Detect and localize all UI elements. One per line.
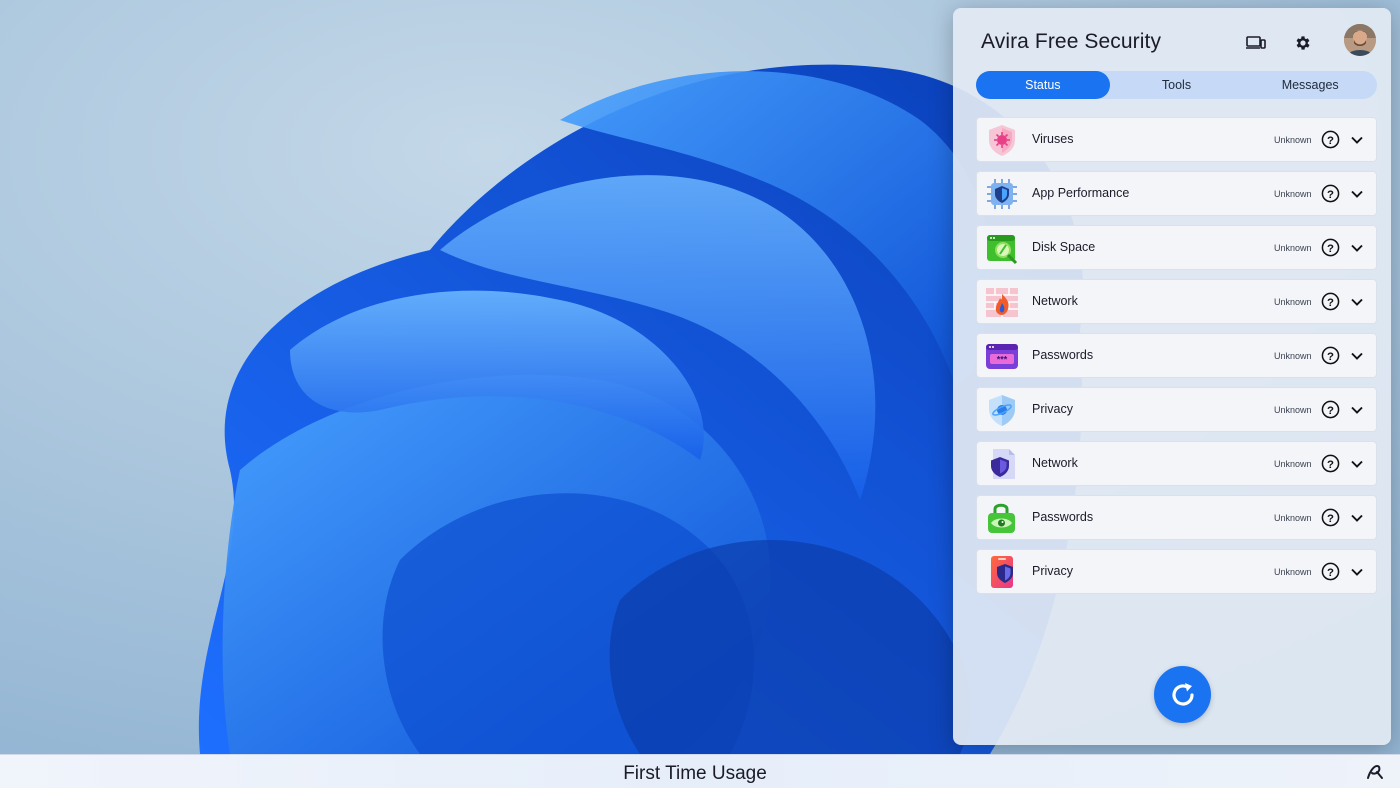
svg-text:?: ? — [1327, 135, 1334, 147]
svg-text:?: ? — [1327, 189, 1334, 201]
help-icon[interactable]: ? — [1321, 130, 1340, 149]
help-icon[interactable]: ? — [1321, 400, 1340, 419]
phone-shield-icon — [991, 556, 1013, 588]
item-label: Network — [1032, 456, 1078, 470]
disk-search-icon — [987, 235, 1018, 265]
document-shield-icon — [991, 449, 1015, 479]
chevron-down-icon[interactable] — [1350, 511, 1364, 525]
avira-logo-icon — [1367, 764, 1383, 779]
tab-tools[interactable]: Tools — [1110, 71, 1244, 99]
item-label: Passwords — [1032, 348, 1094, 362]
svg-text:?: ? — [1327, 351, 1334, 363]
refresh-button[interactable] — [1154, 666, 1211, 723]
chevron-down-icon[interactable] — [1350, 349, 1364, 363]
list-item-passwords[interactable]: *** Passwords Unknown ? — [976, 333, 1377, 378]
svg-text:***: *** — [997, 355, 1008, 365]
status-list: Viruses Unknown ? App Performance Unknow… — [976, 117, 1377, 603]
list-item-passwords-2[interactable]: Passwords Unknown ? — [976, 495, 1377, 540]
help-icon[interactable]: ? — [1321, 238, 1340, 257]
chevron-down-icon[interactable] — [1350, 565, 1364, 579]
privacy-shield-icon — [989, 395, 1015, 426]
item-label: Privacy — [1032, 402, 1073, 416]
svg-text:?: ? — [1327, 297, 1334, 309]
svg-text:?: ? — [1327, 513, 1334, 525]
svg-text:?: ? — [1327, 459, 1334, 471]
item-label: Disk Space — [1032, 240, 1096, 254]
chevron-down-icon[interactable] — [1350, 241, 1364, 255]
svg-text:?: ? — [1327, 567, 1334, 579]
panel-header: Avira Free Security — [953, 8, 1391, 74]
settings-button[interactable] — [1290, 30, 1316, 56]
chevron-down-icon[interactable] — [1350, 133, 1364, 147]
bottom-bar-title: First Time Usage — [623, 763, 767, 784]
devices-icon — [1246, 36, 1266, 49]
help-icon[interactable]: ? — [1321, 184, 1340, 203]
help-icon[interactable]: ? — [1321, 508, 1340, 527]
list-item-viruses[interactable]: Viruses Unknown ? — [976, 117, 1377, 162]
item-label: Viruses — [1032, 132, 1074, 146]
gear-icon — [1296, 36, 1310, 50]
item-label: Passwords — [1032, 510, 1094, 524]
item-status: Unknown — [1274, 513, 1312, 523]
help-icon[interactable]: ? — [1321, 454, 1340, 473]
virus-shield-icon — [989, 125, 1015, 156]
avira-panel: Avira Free Security Status Tools Message… — [953, 8, 1391, 745]
chip-shield-icon — [987, 179, 1017, 209]
avatar-image — [1344, 24, 1376, 56]
item-status: Unknown — [1274, 135, 1312, 145]
item-label: App Performance — [1032, 186, 1130, 200]
tab-bar: Status Tools Messages — [976, 71, 1377, 99]
list-item-disk-space[interactable]: Disk Space Unknown ? — [976, 225, 1377, 270]
item-status: Unknown — [1274, 405, 1312, 415]
tab-messages[interactable]: Messages — [1243, 71, 1377, 99]
tab-status[interactable]: Status — [976, 71, 1110, 99]
list-item-privacy-2[interactable]: Privacy Unknown ? — [976, 549, 1377, 594]
chevron-down-icon[interactable] — [1350, 295, 1364, 309]
help-icon[interactable]: ? — [1321, 562, 1340, 581]
list-item-app-performance[interactable]: App Performance Unknown ? — [976, 171, 1377, 216]
help-icon[interactable]: ? — [1321, 346, 1340, 365]
item-status: Unknown — [1274, 297, 1312, 307]
help-icon[interactable]: ? — [1321, 292, 1340, 311]
item-status: Unknown — [1274, 189, 1312, 199]
item-status: Unknown — [1274, 567, 1312, 577]
svg-text:?: ? — [1327, 243, 1334, 255]
bottom-bar: First Time Usage — [0, 754, 1400, 788]
svg-text:?: ? — [1327, 405, 1334, 417]
list-item-network-2[interactable]: Network Unknown ? — [976, 441, 1377, 486]
user-avatar[interactable] — [1344, 24, 1376, 56]
item-status: Unknown — [1274, 243, 1312, 253]
item-label: Network — [1032, 294, 1078, 308]
chevron-down-icon[interactable] — [1350, 457, 1364, 471]
padlock-eye-icon — [988, 503, 1015, 533]
item-status: Unknown — [1274, 351, 1312, 361]
app-title: Avira Free Security — [981, 30, 1162, 53]
item-status: Unknown — [1274, 459, 1312, 469]
refresh-icon — [1171, 682, 1194, 706]
chevron-down-icon[interactable] — [1350, 187, 1364, 201]
chevron-down-icon[interactable] — [1350, 403, 1364, 417]
devices-button[interactable] — [1243, 30, 1269, 56]
item-label: Privacy — [1032, 564, 1073, 578]
firewall-icon — [986, 288, 1018, 317]
list-item-network[interactable]: Network Unknown ? — [976, 279, 1377, 324]
list-item-privacy[interactable]: Privacy Unknown ? — [976, 387, 1377, 432]
password-field-icon: *** — [986, 344, 1018, 369]
